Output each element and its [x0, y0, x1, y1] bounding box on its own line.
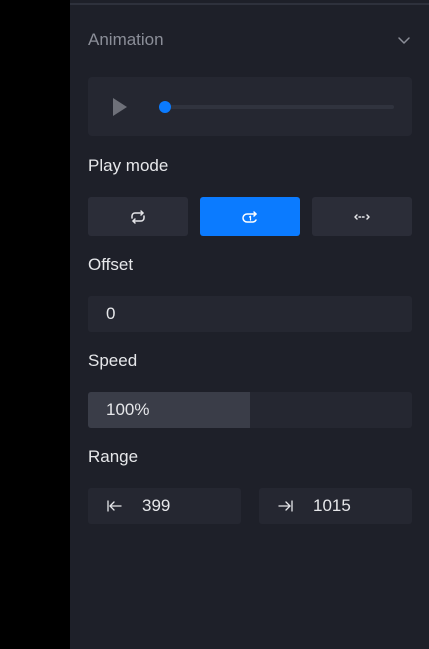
range-start-value: 399 [142, 496, 171, 515]
range-end-input[interactable]: 1015 [259, 488, 412, 524]
offset-input[interactable]: 0 [88, 296, 412, 332]
timeline-handle[interactable] [158, 101, 171, 113]
range-end-value: 1015 [313, 496, 351, 515]
chevron-down-icon[interactable] [396, 32, 412, 48]
timeline-scrubber[interactable] [158, 101, 394, 113]
offset-value: 0 [106, 304, 116, 323]
play-mode-selector [88, 197, 412, 236]
range-start-input[interactable]: 399 [88, 488, 241, 524]
range-label: Range [88, 447, 139, 466]
section-title: Animation [88, 30, 164, 49]
animation-section-header[interactable]: Animation [88, 28, 412, 52]
speed-value: 100% [106, 400, 150, 419]
play-mode-ping-pong-button[interactable] [312, 197, 412, 236]
speed-label: Speed [88, 351, 138, 370]
animation-panel: Animation Play mode Offset 0 Speed 100% … [70, 0, 429, 649]
ping-pong-icon [351, 206, 373, 228]
offset-label: Offset [88, 255, 134, 274]
animation-player [88, 77, 412, 136]
play-icon[interactable] [110, 96, 130, 118]
panel-top-divider [70, 3, 429, 5]
play-mode-label: Play mode [88, 156, 169, 175]
play-mode-once-button[interactable] [200, 197, 300, 236]
speed-slider[interactable]: 100% [88, 392, 412, 428]
loop-icon [127, 206, 149, 228]
play-mode-loop-button[interactable] [88, 197, 188, 236]
play-once-icon [239, 206, 261, 228]
